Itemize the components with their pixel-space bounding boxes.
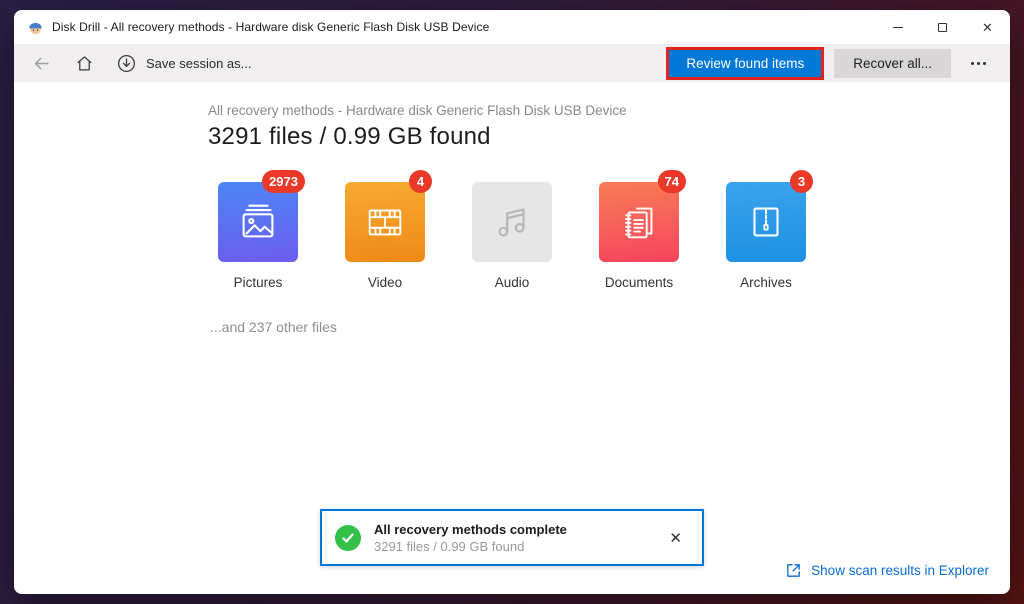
review-annotation-highlight: Review found items [666,46,825,80]
ellipsis-icon [971,61,974,65]
title-bar: Disk Drill - All recovery methods - Hard… [14,10,1010,44]
show-in-explorer-link[interactable]: Show scan results in Explorer [785,562,989,579]
completion-notification: All recovery methods complete 3291 files… [320,509,704,566]
back-arrow-icon [34,57,49,69]
pictures-label: Pictures [233,275,283,290]
disk-drill-app-icon [29,22,42,34]
show-in-explorer-label: Show scan results in Explorer [811,563,989,578]
close-icon: ✕ [982,19,993,35]
documents-tile[interactable]: 74 [599,170,686,262]
notification-subtitle: 3291 files / 0.99 GB found [374,538,525,554]
save-session-label[interactable]: Save session as... [146,56,252,71]
review-found-items-button[interactable]: Review found items [669,49,822,77]
pictures-tile[interactable]: 2973 [218,170,305,262]
disk-drill-window: Disk Drill - All recovery methods - Hard… [14,10,1010,594]
back-button[interactable] [32,54,51,73]
category-card-video[interactable]: 4 Video [345,170,432,290]
recover-all-button[interactable]: Recover all... [834,48,951,78]
category-card-archives[interactable]: 3 Archives [726,170,813,290]
video-label: Video [367,275,403,290]
home-icon [77,55,92,70]
archives-tile[interactable]: 3 [726,170,813,262]
save-session-button[interactable] [116,53,137,74]
documents-icon [625,207,653,239]
category-card-audio[interactable]: Audio [472,182,552,290]
more-options-button[interactable] [967,56,990,71]
archives-count-badge: 3 [790,170,813,193]
audio-icon [498,208,525,237]
home-button[interactable] [75,54,94,73]
scan-subtitle: All recovery methods - Hardware disk Gen… [208,103,627,118]
minimize-button[interactable] [875,10,920,44]
toolbar: Save session as... Review found items Re… [14,44,1010,82]
video-count-badge: 4 [409,170,432,193]
minimize-icon [892,26,903,28]
archives-label: Archives [740,275,792,290]
audio-tile[interactable] [472,182,552,262]
category-card-documents[interactable]: 74 Documents [599,170,686,290]
window-title: Disk Drill - All recovery methods - Hard… [52,20,490,34]
category-card-pictures[interactable]: 2973 Pictures [218,170,305,290]
download-circle-icon [117,54,136,72]
other-files-text: ...and 237 other files [210,319,337,335]
notification-texts: All recovery methods complete 3291 files… [374,522,567,554]
category-cards: 2973 Pictures 4 Video Audio 74 Documents… [208,170,1010,290]
video-icon [368,209,402,236]
pictures-count-badge: 2973 [262,170,305,193]
documents-label: Documents [604,275,674,290]
close-button[interactable]: ✕ [965,10,1010,44]
documents-count-badge: 74 [657,170,686,193]
notification-title: All recovery methods complete [374,521,567,537]
external-link-icon [787,564,801,577]
scan-result-heading: 3291 files / 0.99 GB found [208,123,491,150]
maximize-icon [938,22,947,32]
window-controls: ✕ [875,10,1010,44]
success-check-icon [335,524,361,551]
video-tile[interactable]: 4 [345,170,432,262]
notification-close-button[interactable]: ✕ [665,525,686,551]
archives-icon [753,207,779,237]
pictures-icon [242,204,274,238]
maximize-button[interactable] [920,10,965,44]
audio-label: Audio [494,275,530,290]
